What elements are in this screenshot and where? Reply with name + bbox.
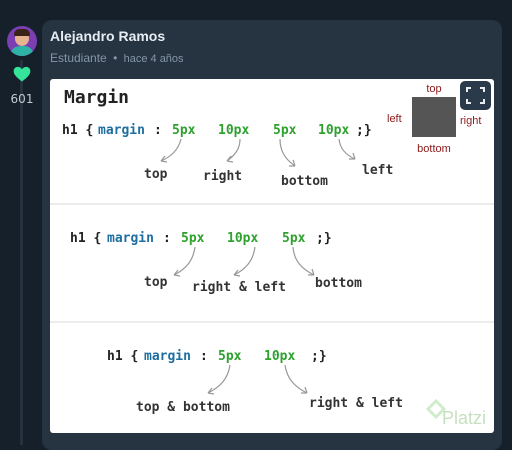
example2-value-top: 5px (181, 231, 205, 246)
example3-colon: : (200, 349, 208, 364)
comment-time: hace 4 años (123, 53, 184, 65)
author-name[interactable]: Alejandro Ramos (50, 28, 165, 44)
margin-diagram: Margin top left right bottom h1 { margin… (50, 83, 494, 428)
example3-code: h1 { margin : 5px 10px ;} (107, 349, 327, 364)
watermark-text: Platzi (442, 408, 486, 428)
example1-label-right: right (203, 169, 242, 184)
example1-value-bottom: 5px (273, 123, 297, 138)
avatar-shirt (10, 46, 34, 56)
example1-selector: h1 { (62, 123, 93, 138)
example2-arrows (173, 246, 315, 277)
diagram-title: Margin (64, 87, 129, 108)
example2-code: h1 { margin : 5px 10px 5px ;} (70, 231, 332, 246)
example3-value-rl: 10px (264, 349, 295, 364)
example2-label-bottom: bottom (315, 276, 362, 291)
comment-meta: Estudiante • hace 4 años (50, 51, 184, 65)
example1-label-left: left (362, 163, 393, 178)
box-label-bottom: bottom (417, 143, 451, 155)
example3-label-top-bottom: top & bottom (136, 400, 230, 415)
example2-property: margin (107, 231, 154, 246)
meta-separator: • (113, 51, 118, 65)
example1-arrows (160, 138, 356, 167)
example3-selector: h1 { (107, 349, 138, 364)
example1-label-top: top (144, 167, 168, 182)
avatar-hair (14, 29, 30, 36)
thread-rail (20, 60, 23, 445)
margin-box (412, 97, 456, 137)
example1-label-bottom: bottom (281, 174, 328, 189)
box-label-top: top (426, 83, 441, 95)
example1-code: h1 { margin : 5px 10px 5px 10px ;} (62, 123, 372, 138)
like-count: 601 (10, 92, 34, 106)
example1-property: margin (98, 123, 145, 138)
example3-end: ;} (311, 349, 327, 364)
example1-end: ;} (356, 123, 372, 138)
example1-value-top: 5px (172, 123, 196, 138)
example1-value-right: 10px (218, 123, 249, 138)
example3-property: margin (144, 349, 191, 364)
example2-value-rl: 10px (227, 231, 258, 246)
example3-arrows (207, 364, 308, 395)
example2-value-bottom: 5px (282, 231, 306, 246)
author-role: Estudiante (50, 51, 107, 65)
attached-image[interactable]: Margin top left right bottom h1 { margin… (50, 79, 494, 433)
example2-end: ;} (316, 231, 332, 246)
example2-selector: h1 { (70, 231, 101, 246)
example3-label-right-left: right & left (309, 396, 403, 411)
example3-value-tb: 5px (218, 349, 242, 364)
example1-colon: : (154, 123, 162, 138)
example1-value-left: 10px (318, 123, 349, 138)
example2-label-right-left: right & left (192, 280, 286, 295)
expand-button[interactable] (460, 81, 491, 110)
box-label-right: right (460, 115, 481, 127)
example2-label-top: top (144, 275, 168, 290)
avatar[interactable] (7, 26, 37, 56)
expand-icon (466, 87, 485, 104)
heart-icon[interactable] (12, 64, 32, 84)
box-label-left: left (387, 113, 402, 125)
example2-colon: : (163, 231, 171, 246)
